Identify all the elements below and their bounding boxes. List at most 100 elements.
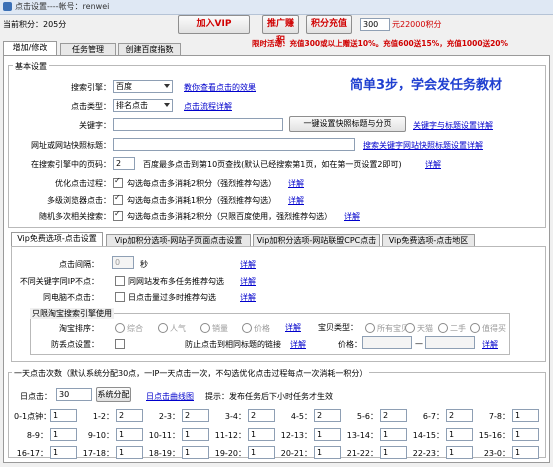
hour-clicks-field[interactable]: 2 — [380, 409, 407, 422]
hour-clicks-field[interactable]: 1 — [182, 446, 209, 459]
opt3-text: 勾选每点击多消耗2积分（只限百度使用，强烈推荐勾选） — [127, 212, 333, 221]
sort-radio-price[interactable] — [242, 323, 252, 333]
interval-field[interactable]: 0 — [112, 256, 134, 269]
hour-clicks-field[interactable]: 2 — [116, 409, 143, 422]
baobei-radio-secondhand[interactable] — [438, 323, 448, 333]
hour-label: 21-22： — [346, 449, 378, 458]
click-type-label: 点击类型： — [71, 102, 111, 111]
sort-option-label: 人气 — [170, 324, 186, 333]
hour-clicks-field[interactable]: 2 — [182, 409, 209, 422]
hour-clicks-field[interactable]: 2 — [446, 409, 473, 422]
hour-clicks-field[interactable]: 1 — [50, 446, 77, 459]
samepc-help-link[interactable]: 详解 — [240, 292, 256, 303]
opt3-help-link[interactable]: 详解 — [344, 211, 360, 222]
price-min-field[interactable] — [362, 336, 412, 349]
hour-clicks-field[interactable]: 1 — [512, 446, 539, 459]
anti-loss-checkbox[interactable] — [115, 339, 125, 349]
samepc-checkbox[interactable] — [115, 292, 125, 302]
hour-clicks-field[interactable]: 2 — [314, 409, 341, 422]
hour-clicks-field[interactable]: 1 — [512, 428, 539, 441]
hour-label: 1-2： — [92, 412, 114, 421]
hour-clicks-field[interactable]: 1 — [116, 428, 143, 441]
hour-clicks-field[interactable]: 1 — [116, 446, 143, 459]
sort-radio-comprehensive[interactable] — [115, 323, 125, 333]
hour-label: 12-13： — [280, 431, 312, 440]
opt3-checkbox[interactable] — [113, 209, 123, 221]
hour-clicks-field[interactable]: 1 — [512, 409, 539, 422]
engine-help-link[interactable]: 教你查看点击的效果 — [184, 82, 256, 93]
samepc-text: 日点击量过多时推荐勾选 — [128, 293, 216, 302]
hour-clicks-field[interactable]: 1 — [314, 428, 341, 441]
interval-unit: 秒 — [140, 260, 148, 269]
hour-clicks-field[interactable]: 1 — [380, 428, 407, 441]
hour-clicks-field[interactable]: 1 — [50, 428, 77, 441]
page-field[interactable]: 2 — [113, 157, 135, 170]
page-help-link[interactable]: 详解 — [425, 159, 441, 170]
engine-select[interactable]: 百度 — [113, 80, 173, 93]
anti-loss-help-link[interactable]: 详解 — [290, 339, 306, 350]
opt1-label: 优化点击过程： — [55, 179, 111, 188]
chevron-down-icon — [164, 84, 170, 88]
join-vip-button[interactable]: 加入VIP — [178, 15, 250, 34]
opt1-help-link[interactable]: 详解 — [288, 178, 304, 189]
interval-help-link[interactable]: 详解 — [240, 259, 256, 270]
url-field[interactable] — [113, 138, 355, 151]
hour-label: 19-20： — [214, 449, 246, 458]
engine-label: 搜索引擎： — [71, 83, 111, 92]
price-help-link[interactable]: 详解 — [482, 339, 498, 350]
basic-settings-title: 基本设置 — [13, 61, 49, 72]
keyword-help-link[interactable]: 关键字与标题设置详解 — [413, 120, 493, 131]
baobei-option-label: 二手 — [450, 324, 466, 333]
click-type-select[interactable]: 排名点击 — [113, 99, 173, 112]
hour-clicks-field[interactable]: 1 — [446, 428, 473, 441]
hour-clicks-field[interactable]: 2 — [248, 409, 275, 422]
recharge-button[interactable]: 积分充值 — [306, 15, 352, 34]
promote-button[interactable]: 推广赚积 — [262, 15, 299, 46]
hour-label: 15-16： — [478, 431, 510, 440]
page-label: 在搜索引擎中的页码： — [31, 160, 111, 169]
ipdiff-checkbox[interactable] — [115, 276, 125, 286]
tab-add-modify[interactable]: 增加/修改 — [3, 41, 57, 56]
baobei-label: 宝贝类型： — [318, 323, 358, 332]
window-titlebar: 点击设置----帐号：renwei — [0, 0, 553, 15]
url-label: 网址或网站快照标题： — [31, 141, 111, 150]
hour-clicks-field[interactable]: 1 — [248, 446, 275, 459]
url-help-link[interactable]: 搜索关键字网站快照标题设置详解 — [363, 140, 483, 151]
click-type-value: 排名点击 — [116, 101, 148, 110]
sort-help-link[interactable]: 详解 — [285, 322, 301, 333]
baobei-radio-all[interactable] — [365, 323, 375, 333]
set-title-page-button[interactable]: 一键设置快照标题与分页 — [289, 116, 406, 132]
opt1-checkbox[interactable] — [113, 176, 123, 188]
tab-vip-click-settings[interactable]: Vip免费选项-点击设置 — [11, 232, 103, 247]
sort-radio-sales[interactable] — [200, 323, 210, 333]
opt2-help-link[interactable]: 详解 — [288, 195, 304, 206]
baobei-radio-tmall[interactable] — [405, 323, 415, 333]
hour-clicks-field[interactable]: 1 — [182, 428, 209, 441]
recharge-amount-field[interactable]: 300 — [360, 18, 390, 31]
engine-value: 百度 — [116, 82, 132, 91]
opt3-label: 随机多次相关搜索： — [39, 212, 111, 221]
hour-label: 7-8： — [488, 412, 510, 421]
click-type-help-link[interactable]: 点击流程详解 — [184, 101, 232, 112]
system-allocate-button[interactable]: 系统分配 — [96, 387, 131, 402]
keyword-field[interactable] — [113, 118, 283, 131]
hour-clicks-field[interactable]: 1 — [50, 409, 77, 422]
daily-curve-link[interactable]: 日点击曲线图 — [146, 391, 194, 402]
hour-clicks-field[interactable]: 1 — [248, 428, 275, 441]
hour-label: 4-5： — [290, 412, 312, 421]
sort-radio-popularity[interactable] — [158, 323, 168, 333]
price-max-field[interactable] — [425, 336, 475, 349]
hour-clicks-field[interactable]: 1 — [314, 446, 341, 459]
baobei-option-label: 值得买 — [482, 324, 506, 333]
tutorial-slogan[interactable]: 简单3步，学会发任务教材 — [350, 74, 502, 93]
ipdiff-help-link[interactable]: 详解 — [240, 276, 256, 287]
baobei-radio-worth[interactable] — [470, 323, 480, 333]
daily-clicks-field[interactable]: 30 — [56, 388, 92, 401]
hour-clicks-field[interactable]: 1 — [380, 446, 407, 459]
hour-label: 11-12： — [214, 431, 246, 440]
page-description: 百度最多点击到第10页查找(默认已经搜索第1页，如在第一页设置2即可) — [143, 160, 402, 169]
hour-label: 2-3： — [158, 412, 180, 421]
hour-clicks-field[interactable]: 1 — [446, 446, 473, 459]
hour-label: 5-6： — [356, 412, 378, 421]
opt2-checkbox[interactable] — [113, 193, 123, 205]
